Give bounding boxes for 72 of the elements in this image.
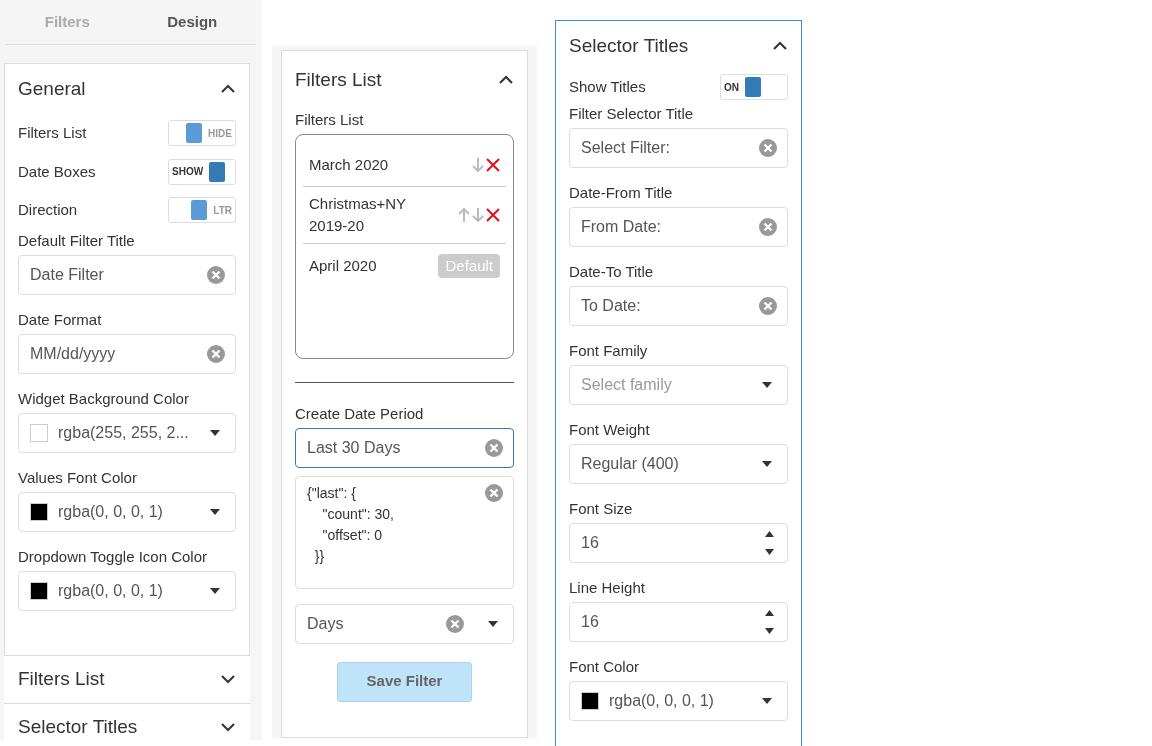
caret-icon[interactable] bbox=[210, 587, 220, 594]
field-label: Create Date Period bbox=[295, 404, 424, 424]
clear-icon[interactable] bbox=[446, 614, 464, 633]
caret-icon[interactable] bbox=[488, 620, 498, 627]
dropdown-field[interactable]: Regular (400) bbox=[569, 444, 788, 484]
field-label: Default Filter Title bbox=[18, 230, 135, 251]
field-label: Date-From Title bbox=[569, 183, 673, 203]
color-dropdown[interactable]: rgba(0, 0, 0, 1) bbox=[18, 570, 236, 611]
text-field[interactable]: Last 30 Days bbox=[295, 428, 514, 468]
caret-icon[interactable] bbox=[762, 382, 772, 388]
field-label: Filter Selector Title bbox=[569, 104, 694, 124]
clear-icon[interactable] bbox=[759, 139, 777, 157]
clear-icon[interactable] bbox=[207, 344, 225, 363]
filter-name[interactable]: April 2020 bbox=[309, 255, 419, 277]
caret-icon[interactable] bbox=[762, 461, 772, 467]
dropdown-field[interactable]: Days bbox=[295, 603, 514, 644]
field-label: Font Family bbox=[569, 341, 648, 361]
field-label: Date-To Title bbox=[569, 262, 654, 282]
field-label: Show Titles bbox=[569, 76, 646, 97]
field-label: Font Size bbox=[569, 499, 633, 519]
field-label: Date Boxes bbox=[18, 161, 96, 182]
spinner-down-icon[interactable] bbox=[765, 549, 774, 555]
text-field[interactable]: Date Filter bbox=[18, 254, 236, 295]
field-label: Date Format bbox=[18, 309, 102, 330]
section-title: Filters List bbox=[18, 666, 105, 691]
field-label: Font Color bbox=[569, 657, 640, 677]
section-title: Filters List bbox=[295, 67, 382, 92]
filter-name[interactable]: Christmas+NY 2019-20 bbox=[309, 193, 419, 237]
section-title: Selector Titles bbox=[569, 33, 689, 58]
text-field[interactable]: To Date: bbox=[569, 286, 788, 326]
field-label: Dropdown Toggle Icon Color bbox=[18, 546, 207, 567]
clear-icon[interactable] bbox=[485, 484, 503, 502]
field-label: Values Font Color bbox=[18, 467, 137, 488]
color-dropdown[interactable]: rgba(0, 0, 0, 1) bbox=[569, 681, 788, 721]
number-field[interactable]: 16 bbox=[569, 523, 788, 563]
section-header[interactable]: Filters List bbox=[4, 655, 250, 704]
field-label: Line Height bbox=[569, 578, 645, 598]
clear-icon[interactable] bbox=[485, 439, 503, 457]
field-label: Filters List bbox=[295, 110, 364, 130]
clear-icon[interactable] bbox=[207, 265, 225, 284]
chevron-up-icon[interactable] bbox=[772, 41, 788, 51]
spinner-up-icon[interactable] bbox=[765, 610, 774, 616]
text-field[interactable]: MM/dd/yyyy bbox=[18, 333, 236, 374]
field-label: Direction bbox=[18, 200, 78, 220]
toggle-switch[interactable]: SHOW bbox=[168, 158, 236, 185]
caret-icon[interactable] bbox=[762, 698, 772, 704]
chevron-down-icon[interactable] bbox=[220, 674, 236, 684]
section-title: Selector Titles bbox=[18, 714, 138, 739]
spinner-up-icon[interactable] bbox=[765, 531, 774, 537]
number-field[interactable]: 16 bbox=[569, 602, 788, 642]
color-dropdown[interactable]: rgba(255, 255, 2... bbox=[18, 412, 236, 453]
color-dropdown[interactable]: rgba(0, 0, 0, 1) bbox=[18, 491, 236, 532]
caret-icon[interactable] bbox=[210, 429, 220, 436]
chevron-up-icon[interactable] bbox=[498, 75, 514, 85]
field-label: Filters List bbox=[18, 123, 87, 143]
clear-icon[interactable] bbox=[759, 297, 777, 315]
tab[interactable]: Design bbox=[167, 10, 218, 34]
json-field[interactable]: {"last": { "count": 30, "offset": 0 }} bbox=[295, 476, 514, 589]
text-field[interactable]: From Date: bbox=[569, 207, 788, 247]
spinner-down-icon[interactable] bbox=[765, 628, 774, 634]
clear-icon[interactable] bbox=[759, 218, 777, 236]
chevron-down-icon[interactable] bbox=[220, 722, 236, 732]
chevron-up-icon[interactable] bbox=[220, 84, 236, 94]
close-icon[interactable] bbox=[486, 208, 500, 222]
section-title: General bbox=[18, 76, 86, 101]
text-field[interactable]: Select Filter: bbox=[569, 128, 788, 168]
caret-icon[interactable] bbox=[210, 508, 220, 515]
filter-name[interactable]: March 2020 bbox=[309, 153, 419, 176]
close-icon[interactable] bbox=[486, 157, 500, 172]
field-label: Widget Background Color bbox=[18, 388, 189, 409]
toggle-switch[interactable]: ON bbox=[720, 74, 788, 100]
field-label: Font Weight bbox=[569, 420, 650, 440]
